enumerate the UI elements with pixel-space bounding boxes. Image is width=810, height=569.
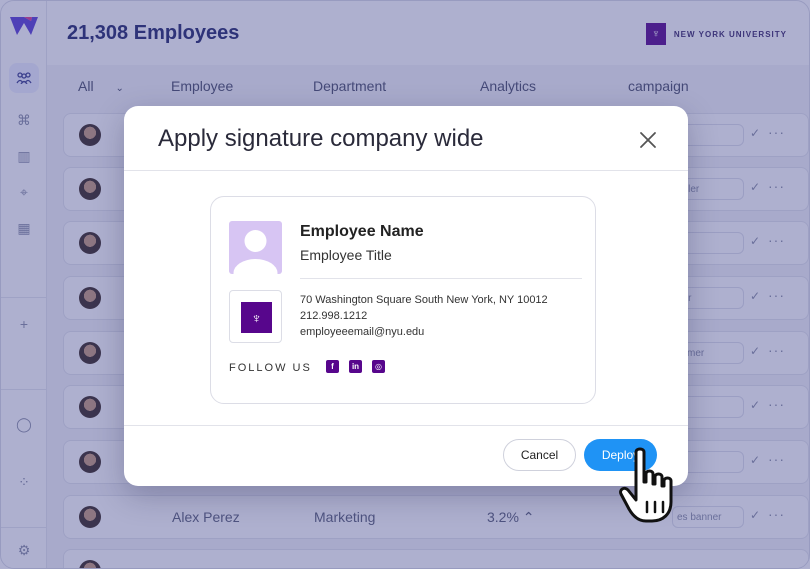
instagram-icon[interactable]: ◎	[372, 360, 385, 373]
hand-cursor-icon	[619, 447, 673, 523]
signature-name: Employee Name	[300, 223, 424, 240]
torch-icon: ♆	[241, 302, 272, 333]
avatar-placeholder-icon	[229, 221, 282, 274]
signature-divider	[300, 278, 582, 279]
signature-phone: 212.998.1212	[300, 310, 368, 322]
close-icon[interactable]	[636, 128, 660, 152]
dialog-divider	[124, 170, 688, 171]
apply-signature-dialog: Apply signature company wide Employee Na…	[124, 106, 688, 486]
facebook-icon[interactable]: f	[326, 360, 339, 373]
signature-preview: Employee Name Employee Title ♆ 70 Washin…	[210, 196, 596, 404]
dialog-title: Apply signature company wide	[158, 125, 484, 152]
dialog-divider	[124, 425, 688, 426]
follow-us-label: FOLLOW US	[229, 362, 312, 374]
cancel-button[interactable]: Cancel	[503, 439, 576, 471]
signature-title: Employee Title	[300, 247, 392, 263]
signature-logo: ♆	[229, 290, 282, 343]
signature-email: employeeemail@nyu.edu	[300, 326, 425, 338]
signature-address: 70 Washington Square South New York, NY …	[300, 294, 548, 306]
linkedin-icon[interactable]: in	[349, 360, 362, 373]
